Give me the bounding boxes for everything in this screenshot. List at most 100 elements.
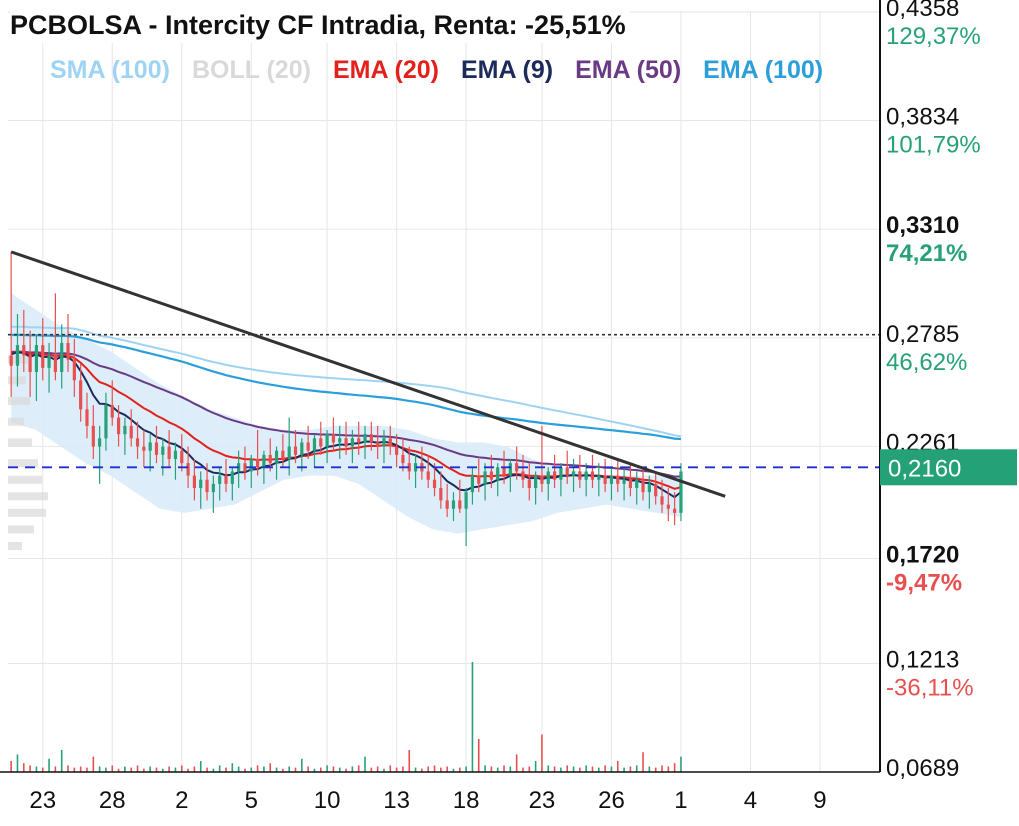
legend-ema-50[interactable]: EMA (50) [575, 56, 681, 85]
candle-body [338, 438, 342, 443]
volume-profile-bar [8, 525, 34, 534]
legend-boll-20[interactable]: BOLL (20) [192, 56, 311, 85]
candle-body [167, 446, 171, 460]
volume-bar [67, 765, 69, 772]
candle-body [445, 500, 449, 509]
candle-body [262, 454, 266, 468]
candle-body [534, 475, 538, 489]
candle-body [224, 475, 228, 484]
volume-bar [585, 765, 587, 772]
price-tick-label: 0,1720 [886, 541, 959, 568]
candle-body [161, 446, 165, 455]
volume-bar [642, 752, 644, 772]
percent-tick-label: -36,11% [886, 674, 974, 701]
legend-ema-20[interactable]: EMA (20) [333, 56, 439, 85]
candle-body [199, 479, 203, 489]
volume-bar [301, 758, 303, 772]
candle-body [98, 438, 102, 447]
candle-body [603, 475, 607, 484]
candle-body [470, 475, 475, 493]
time-tick-label: 23 [29, 787, 56, 814]
candle-body [344, 438, 348, 447]
volume-profile-bar [8, 475, 42, 484]
volume-bar [326, 765, 328, 772]
volume-bar [680, 756, 682, 772]
candle-body [571, 471, 576, 476]
volume-bar [661, 765, 663, 772]
candle-body [635, 479, 639, 489]
volume-bar [604, 765, 606, 772]
volume-bar [591, 766, 594, 772]
candle-body [673, 508, 677, 513]
candle-body [477, 475, 481, 484]
candle-body [192, 475, 197, 489]
candle-body [401, 454, 405, 464]
volume-profile-bar [8, 459, 38, 468]
candle-body [9, 355, 13, 366]
volume-bar [541, 734, 543, 772]
time-tick-label: 5 [245, 787, 258, 814]
volume-bar [572, 766, 575, 772]
time-tick-label: 4 [744, 787, 757, 814]
percent-tick-label: 129,37% [886, 23, 981, 50]
time-tick-label: 23 [529, 787, 556, 814]
legend-ema-100[interactable]: EMA (100) [703, 56, 823, 85]
price-chart[interactable]: 0,4358129,37% 0,3834101,79% 0,331074,21% 0,… [0, 0, 1019, 826]
legend-ema-9[interactable]: EMA (9) [461, 56, 553, 85]
candle-body [211, 483, 215, 493]
volume-bar [237, 766, 240, 772]
candle-body [660, 496, 664, 505]
candle-body [540, 475, 544, 484]
candle-body [565, 467, 569, 476]
candle-body [22, 345, 26, 356]
candle-body [597, 475, 601, 480]
volume-bar [433, 765, 436, 772]
volume-bar [566, 765, 569, 772]
percent-tick-label: 46,62% [886, 349, 967, 376]
candle-body [268, 454, 272, 464]
candle-body [28, 355, 32, 373]
volume-bar [193, 766, 196, 772]
candle-body [34, 345, 39, 373]
candle-body [458, 500, 462, 509]
candle-body [173, 450, 178, 460]
volume-bar [199, 761, 202, 772]
volume-bar [515, 754, 518, 772]
candle-body [546, 471, 550, 484]
volume-bar [610, 766, 613, 772]
candle-body [142, 446, 146, 451]
volume-bar [528, 766, 531, 772]
candle-body [464, 492, 468, 509]
candle-body [66, 343, 70, 360]
candle-body [205, 479, 209, 493]
candle-body [180, 450, 184, 464]
candle-body [79, 380, 83, 410]
candle-body [129, 425, 133, 439]
candle-body [515, 463, 519, 472]
volume-bar [364, 756, 366, 772]
candle-body [331, 434, 336, 443]
legend-sma-100[interactable]: SMA (100) [50, 56, 170, 85]
candle-body [154, 442, 159, 455]
volume-bar [547, 765, 550, 772]
volume-bar [616, 761, 619, 772]
volume-bar [402, 766, 404, 772]
candle-body [47, 355, 51, 368]
candle-body [508, 463, 512, 476]
volume-bar [673, 763, 676, 772]
volume-bar [124, 766, 126, 772]
volume-bar [54, 766, 57, 772]
price-tick-label: 0,2785 [886, 321, 959, 348]
candle-body [123, 425, 127, 435]
candle-body [116, 417, 121, 435]
volume-bar [635, 765, 638, 772]
price-tick-label: 0,1213 [886, 646, 959, 673]
volume-bar [263, 766, 265, 772]
volume-bar [168, 766, 170, 772]
volume-bar [484, 765, 486, 772]
price-tick-label: 0,4358 [886, 0, 959, 22]
volume-bar [534, 761, 537, 772]
candle-body [91, 425, 95, 447]
volume-bar [351, 766, 354, 772]
volume-bar [256, 765, 259, 772]
